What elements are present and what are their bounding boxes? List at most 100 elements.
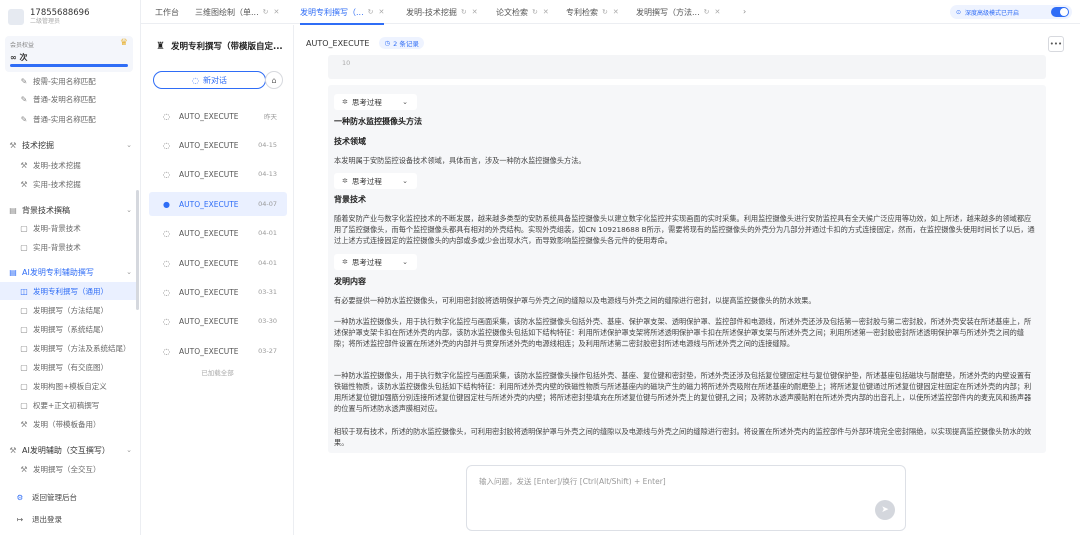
sidebar-item-writing-method-end[interactable]: ▢ 发明撰写（方法结尾）: [0, 301, 136, 319]
tech-field-text: 本发明属于安防监控设备技术领域，具体而言，涉及一种防水监控摄像头方法。: [334, 156, 586, 165]
document-icon: ▢: [20, 223, 28, 233]
chevron-down-icon: ⌄: [402, 258, 408, 266]
close-icon[interactable]: ✕: [274, 8, 280, 16]
refresh-icon[interactable]: ↻: [368, 8, 374, 16]
sidebar-item-writing-system-end[interactable]: ▢ 发明撰写（系统结尾）: [0, 320, 136, 338]
user-phone: 17855688696: [30, 8, 90, 18]
sparkle-icon: ✲: [342, 98, 348, 106]
conversation-panel: ♜ 发明专利撰写（带模版自定... ◌ 新对话 ⌂ ◌ AUTO_EXECUTE 昨天…: [141, 25, 294, 535]
sidebar-group-background-tech[interactable]: ▤ 背景技术撰稿 ⌄: [0, 201, 136, 219]
invention-heading: 发明内容: [334, 277, 366, 286]
conversation-item[interactable]: ◌ AUTO_EXECUTE 04-13: [149, 162, 287, 186]
tab-paper-search[interactable]: 论文检索 ↻ ✕: [496, 0, 549, 24]
sparkle-icon: ✲: [342, 177, 348, 185]
chat-input[interactable]: 输入问题，发送 [Enter]/换行 [Ctrl(Alt/Shift) + En…: [466, 465, 906, 531]
sidebar-item-full-interactive[interactable]: ⚒ 发明撰写（全交互）: [0, 460, 136, 478]
background-heading: 背景技术: [334, 195, 366, 204]
more-options-button[interactable]: •••: [1048, 36, 1064, 52]
chevron-down-icon: ⌄: [126, 446, 132, 454]
tab-patent-search[interactable]: 专利检索 ↻ ✕: [566, 0, 619, 24]
sidebar-item-utility-tech-mining[interactable]: ⚒ 实用-技术挖掘: [0, 175, 136, 193]
conversation-item[interactable]: ◌ AUTO_EXECUTE 04-01: [149, 251, 287, 275]
toggle-switch[interactable]: [1051, 7, 1069, 17]
refresh-icon[interactable]: ↻: [461, 8, 467, 16]
document-icon: ▢: [20, 343, 28, 353]
sidebar-item-invention-template-backup[interactable]: ⚒ 发明（带模板备用）: [0, 415, 136, 433]
sidebar-item-utility-background[interactable]: ▢ 实用-背景技术: [0, 238, 136, 256]
tab-invention-method[interactable]: 发明撰写（方法... ↻ ✕: [636, 0, 720, 24]
sidebar-item-figure-template-custom[interactable]: ▢ 发明构图+模板自定义: [0, 377, 136, 395]
close-icon[interactable]: ✕: [613, 8, 619, 16]
pen-icon: ✎: [20, 76, 28, 86]
chat-icon: ◌: [163, 169, 170, 179]
send-button[interactable]: ➤: [875, 500, 895, 520]
sidebar-item-writing-method-system-end[interactable]: ▢ 发明撰写（方法及系统结尾）: [0, 339, 136, 357]
member-progress-bar: [10, 64, 128, 67]
refresh-icon[interactable]: ↻: [532, 8, 538, 16]
conversation-item[interactable]: ◌ AUTO_EXECUTE 03-27: [149, 339, 287, 363]
invention-paragraph: 一种防水监控摄像头，用于执行数字化监控与画面采集，该防水监控摄像头操作包括外壳、…: [334, 371, 1032, 413]
sidebar-item-normal-invention-name-match[interactable]: ✎ 普通-发明名称匹配: [0, 90, 136, 108]
chat-input-placeholder: 输入问题，发送 [Enter]/换行 [Ctrl(Alt/Shift) + En…: [479, 477, 666, 486]
chevron-down-icon: ⌄: [126, 268, 132, 276]
document-icon: ▢: [20, 324, 28, 334]
doc-title: 一种防水监控摄像头方法: [334, 117, 422, 126]
chevron-right-icon[interactable]: ›: [743, 7, 746, 16]
conversation-item[interactable]: ◌ AUTO_EXECUTE 03-31: [149, 280, 287, 304]
conversation-item[interactable]: ◌ AUTO_EXECUTE 04-01: [149, 221, 287, 245]
info-icon: ⊙: [956, 8, 962, 16]
conversation-item[interactable]: ◌ AUTO_EXECUTE 04-15: [149, 133, 287, 157]
sidebar-item-invention-background[interactable]: ▢ 发明-背景技术: [0, 219, 136, 237]
tab-invention-writing[interactable]: 发明专利撰写（... ↻ ✕: [300, 0, 385, 25]
thinking-process-toggle[interactable]: ✲ 思考过程 ⌄: [334, 254, 417, 270]
close-icon[interactable]: ✕: [715, 8, 721, 16]
conversation-item[interactable]: ◌ AUTO_EXECUTE 昨天: [149, 104, 287, 128]
sidebar-group-ai-invention-writing[interactable]: ▤ AI发明专利辅助撰写 ⌄: [0, 263, 136, 281]
member-card[interactable]: 会员权益 ♛ ∞ 次: [5, 36, 133, 72]
logout-button[interactable]: ↦ 退出登录: [14, 511, 62, 527]
back-to-admin-button[interactable]: ⚙ 返回管理后台: [14, 489, 77, 505]
sidebar-nav: ✎ 按需-实用名称匹配 ✎ 普通-发明名称匹配 ✎ 普通-实用名称匹配 ⚒ 技术挖掘 ⌄ …: [0, 72, 141, 484]
thinking-process-toggle[interactable]: ✲ 思考过程 ⌄: [334, 94, 417, 110]
refresh-icon[interactable]: ↻: [704, 8, 710, 16]
sidebar-scrollbar[interactable]: [136, 190, 139, 310]
tab-tech-mining[interactable]: 发明-技术挖掘 ↻ ✕: [406, 0, 478, 24]
sidebar-item-button-utility-name-match[interactable]: ✎ 按需-实用名称匹配: [0, 72, 136, 90]
chevron-down-icon: ⌄: [126, 206, 132, 214]
chat-main: AUTO_EXECUTE ◷ 2 条记录 ••• 10 ✲ 思考过程 ⌄ 一种防水监控…: [294, 25, 1080, 535]
sparkle-icon: ✲: [342, 258, 348, 266]
chat-icon: ◌: [163, 228, 170, 238]
document-icon: ▢: [20, 400, 28, 410]
sidebar-item-normal-utility-name-match[interactable]: ✎ 普通-实用名称匹配: [0, 110, 136, 128]
tab-3d-drawing[interactable]: 三维图绘制（单... ↻ ✕: [195, 0, 279, 24]
previous-message-box: 10: [328, 55, 1046, 79]
sidebar-group-ai-interactive[interactable]: ⚒ AI发明辅助（交互撰写） ⌄: [0, 441, 136, 459]
user-role: 二级管理员: [30, 18, 61, 25]
refresh-icon[interactable]: ↻: [602, 8, 608, 16]
close-icon[interactable]: ✕: [472, 8, 478, 16]
close-icon[interactable]: ✕: [379, 8, 385, 16]
sidebar-item-writing-with-figure[interactable]: ▢ 发明撰写（有交底图）: [0, 358, 136, 376]
home-button[interactable]: ⌂: [265, 71, 283, 89]
sidebar-item-invention-writing-general[interactable]: ◫ 发明专利撰写（通用）: [0, 282, 136, 300]
conversation-item[interactable]: ◌ AUTO_EXECUTE 03-30: [149, 309, 287, 333]
close-icon[interactable]: ✕: [543, 8, 549, 16]
refresh-icon[interactable]: ↻: [263, 8, 269, 16]
sidebar-group-tech-mining[interactable]: ⚒ 技术挖掘 ⌄: [0, 136, 136, 154]
chat-icon: ◌: [163, 287, 170, 297]
thinking-process-toggle[interactable]: ✲ 思考过程 ⌄: [334, 173, 417, 189]
chat-title: AUTO_EXECUTE: [306, 38, 370, 48]
document-icon: ▢: [20, 305, 28, 315]
conversation-item-active[interactable]: ● AUTO_EXECUTE 04-07: [149, 192, 287, 216]
sidebar-item-claims-draft[interactable]: ▢ 权要+正文初稿撰写: [0, 396, 136, 414]
document-icon: ▢: [20, 242, 28, 252]
chevron-down-icon: ⌄: [402, 98, 408, 106]
records-badge[interactable]: ◷ 2 条记录: [379, 37, 424, 49]
sidebar-item-invention-tech-mining[interactable]: ⚒ 发明-技术挖掘: [0, 156, 136, 174]
new-chat-button[interactable]: ◌ 新对话: [153, 71, 266, 89]
user-info[interactable]: 17855688696 二级管理员: [8, 6, 134, 28]
tab-workbench[interactable]: 工作台: [155, 0, 179, 24]
tab-bar: 工作台 三维图绘制（单... ↻ ✕ 发明专利撰写（... ↻ ✕ 发明-技术挖掘 ↻ ✕ …: [141, 0, 1080, 25]
pen-icon: ✎: [20, 114, 28, 124]
deep-mode-toggle[interactable]: ⊙ 深度高级模式已开启: [950, 5, 1072, 19]
